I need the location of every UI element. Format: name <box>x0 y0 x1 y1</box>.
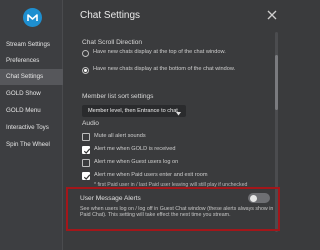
sidebar-item-stream-settings[interactable]: Stream Settings <box>0 37 63 53</box>
page-title: Chat Settings <box>80 10 141 21</box>
gold-received-option[interactable]: Alert me when GOLD is received <box>82 146 272 154</box>
scroll-bottom-option[interactable]: Have new chats display at the bottom of … <box>82 66 267 74</box>
checkbox[interactable] <box>82 133 90 141</box>
paid-users-option[interactable]: Alert me when Paid users enter and exit … <box>82 172 272 180</box>
member-sort-value: Member level, then Entrance to chat <box>88 108 178 114</box>
guest-logon-option[interactable]: Alert me when Guest users log on <box>82 159 272 167</box>
chevron-down-icon <box>176 109 181 121</box>
sidebar-item-gold-menu[interactable]: GOLD Menu <box>0 103 63 119</box>
scroll-direction-heading: Chat Scroll Direction <box>82 39 143 46</box>
sidebar-item-gold-show[interactable]: GOLD Show <box>0 86 63 102</box>
audio-heading: Audio <box>82 120 99 127</box>
close-icon[interactable] <box>266 8 278 20</box>
guest-logon-label: Alert me when Guest users log on <box>94 159 179 165</box>
sidebar: Stream Settings Preferences Chat Setting… <box>0 0 63 250</box>
scroll-top-label: Have new chats display at the top of the… <box>93 49 226 55</box>
scroll-bottom-label: Have new chats display at the bottom of … <box>93 66 236 72</box>
checkbox-checked[interactable] <box>82 146 91 154</box>
radio-button[interactable] <box>82 50 89 57</box>
sidebar-item-chat-settings[interactable]: Chat Settings <box>0 69 63 85</box>
member-sort-select[interactable]: Member level, then Entrance to chat <box>82 105 186 117</box>
highlight-box <box>66 187 280 231</box>
member-sort-heading: Member list sort settings <box>82 93 154 100</box>
checkbox[interactable] <box>82 159 90 167</box>
gold-received-label: Alert me when GOLD is received <box>94 146 176 152</box>
sidebar-item-spin-the-wheel[interactable]: Spin The Wheel <box>0 137 63 153</box>
sidebar-item-preferences[interactable]: Preferences <box>0 53 63 69</box>
radio-button-selected[interactable] <box>82 67 89 74</box>
paid-users-label: Alert me when Paid users enter and exit … <box>94 172 208 178</box>
checkbox-checked[interactable] <box>82 172 91 180</box>
mute-alerts-label: Mute all alert sounds <box>94 133 146 139</box>
sidebar-item-interactive-toys[interactable]: Interactive Toys <box>0 120 63 136</box>
app-logo-icon <box>23 8 42 27</box>
mute-alerts-option[interactable]: Mute all alert sounds <box>82 133 272 141</box>
scrollbar-thumb[interactable] <box>275 55 278 110</box>
scroll-top-option[interactable]: Have new chats display at the top of the… <box>82 49 267 57</box>
